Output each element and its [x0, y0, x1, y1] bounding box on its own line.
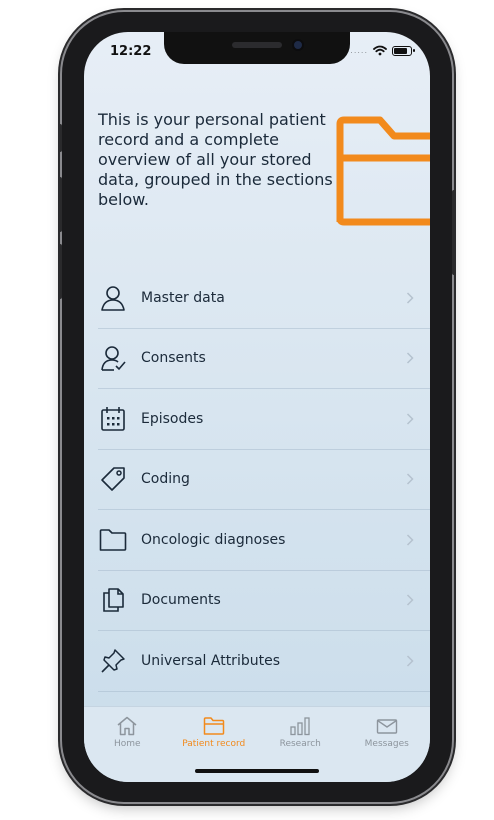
menu-item-coding[interactable]: Coding: [98, 450, 430, 510]
chevron-right-icon: [400, 348, 420, 368]
bar-chart-icon: [290, 717, 310, 736]
folder-icon: [203, 717, 224, 735]
tab-label: Research: [279, 739, 321, 749]
side-button: [58, 124, 62, 152]
phone-frame: 12:22 ..... This is your personal patien…: [58, 12, 456, 802]
menu-item-oncologic-diagnoses[interactable]: Oncologic diagnoses: [98, 510, 430, 571]
envelope-icon: [376, 719, 397, 734]
tab-label: Home: [113, 739, 141, 749]
menu-item-universal-attributes[interactable]: Universal Attributes: [98, 631, 430, 692]
speaker: [232, 42, 282, 48]
volume-down-button: [58, 244, 62, 299]
chevron-right-icon: [400, 409, 420, 429]
menu-item-label: Consents: [141, 350, 206, 367]
tab-messages[interactable]: Messages: [344, 707, 431, 782]
chevron-right-icon: [400, 590, 420, 610]
chevron-right-icon: [400, 288, 420, 308]
menu-item-episodes[interactable]: Episodes: [98, 389, 430, 450]
menu-item-label: Documents: [141, 592, 221, 609]
menu-item-label: Episodes: [141, 410, 204, 427]
calendar-icon: [98, 404, 128, 434]
screen: 12:22 ..... This is your personal patien…: [84, 32, 430, 782]
power-button: [452, 190, 456, 275]
home-icon: [117, 716, 137, 736]
menu-item-label: Master data: [141, 289, 225, 306]
person-check-icon: [98, 343, 128, 373]
menu-item-documents[interactable]: Documents: [98, 571, 430, 631]
menu-item-consents[interactable]: Consents: [98, 329, 430, 389]
menu-item-label: Coding: [141, 471, 190, 488]
home-indicator[interactable]: [195, 769, 319, 773]
notch: [164, 32, 350, 64]
menu-item-label: Universal Attributes: [141, 652, 280, 669]
camera: [292, 39, 304, 51]
tab-label: Messages: [364, 739, 409, 749]
documents-icon: [98, 585, 128, 615]
intro-text: This is your personal patient record and…: [98, 110, 333, 209]
status-icons: .....: [350, 45, 415, 56]
wifi-icon: [373, 45, 387, 56]
section-list: Master data Consents Episodes Coding Onc…: [98, 268, 430, 692]
menu-item-label: Oncologic diagnoses: [141, 531, 286, 548]
volume-up-button: [58, 177, 62, 232]
tag-icon: [98, 464, 128, 494]
person-icon: [98, 283, 128, 313]
chevron-right-icon: [400, 530, 420, 550]
menu-item-master-data[interactable]: Master data: [98, 268, 430, 329]
chevron-right-icon: [400, 469, 420, 489]
tab-label: Patient record: [182, 739, 246, 749]
pin-icon: [98, 646, 128, 676]
folder-illustration-icon: [336, 116, 430, 226]
status-time: 12:22: [110, 44, 152, 59]
tab-home[interactable]: Home: [84, 707, 171, 782]
folder-icon: [98, 525, 128, 555]
battery-icon: [392, 45, 415, 56]
signal-dots: .....: [350, 46, 368, 55]
chevron-right-icon: [400, 651, 420, 671]
